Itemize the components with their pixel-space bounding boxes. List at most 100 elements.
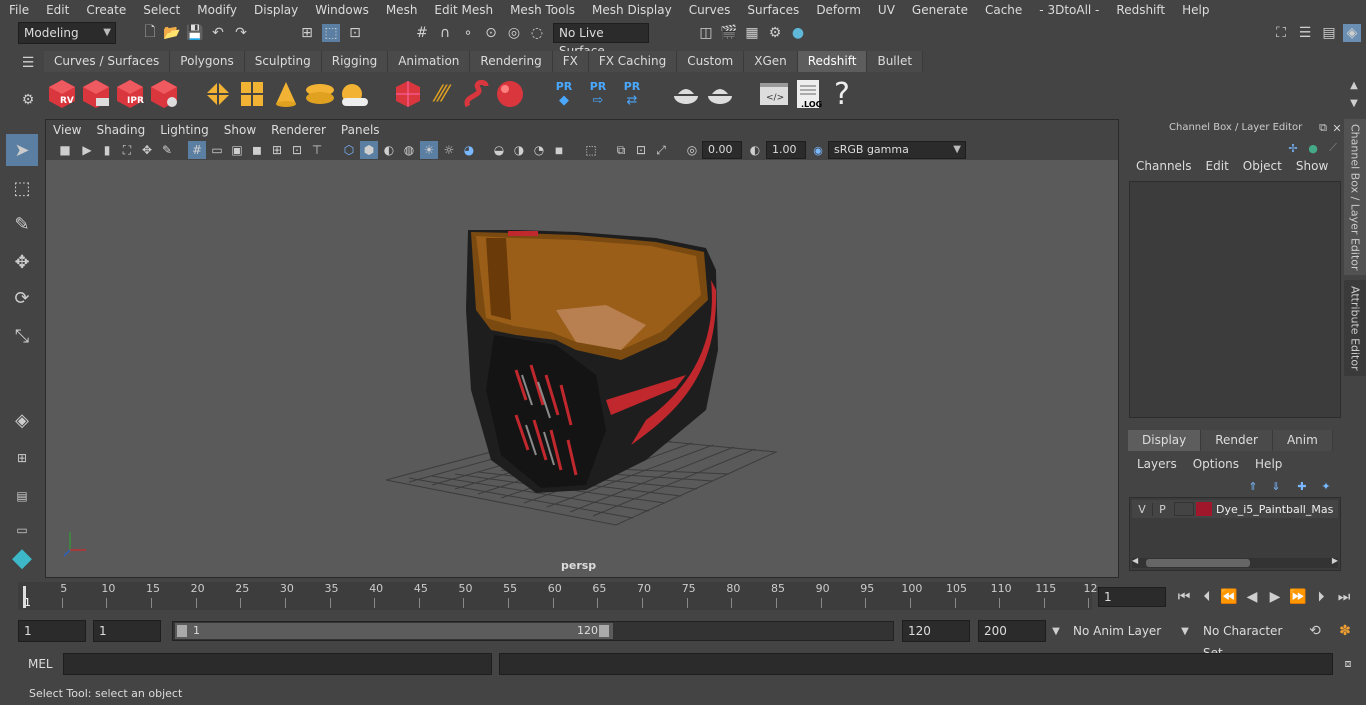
time-slider[interactable]: 1 5 10 15 20 25 30 35 40 45 50 55 60 65 70 75 80 85 90 95 1… (18, 582, 1097, 610)
move-tool-icon[interactable]: ✥ (6, 246, 38, 278)
current-frame-field[interactable]: 1 (1098, 587, 1166, 607)
auto-key-icon[interactable]: ⟲ (1306, 622, 1324, 640)
rv-render-view-icon[interactable]: RV (46, 78, 78, 110)
rotate-tool-icon[interactable]: ⟳ (6, 282, 38, 314)
anim-layer-dropdown[interactable]: No Anim Layer (1068, 620, 1180, 642)
xray-icon[interactable]: ◑ (510, 141, 528, 159)
menu-help[interactable]: Help (1173, 3, 1217, 17)
menu-uv[interactable]: UV (869, 3, 903, 17)
viewport-menu-shading[interactable]: Shading (89, 123, 153, 137)
use-all-lights-icon[interactable]: ☀ (420, 141, 438, 159)
render-sequence-icon[interactable] (80, 78, 112, 110)
open-scene-icon[interactable]: 📂 (163, 24, 181, 42)
manipulator-icon[interactable]: ✢ (1284, 139, 1302, 157)
select-camera-icon[interactable]: ⬚ (582, 141, 600, 159)
layer-menu-layers[interactable]: Layers (1129, 457, 1185, 471)
script-editor-icon[interactable]: ⧈ (1339, 655, 1357, 673)
shelf-menu-icon[interactable]: ☰ (19, 54, 37, 72)
maya-logo-icon[interactable]: ◆ (6, 542, 38, 574)
channel-menu-channels[interactable]: Channels (1130, 159, 1200, 173)
pr-proxy-swap-icon[interactable]: PR ⇄ (616, 78, 648, 110)
new-scene-icon[interactable]: 🗋 (141, 24, 159, 42)
grid-icon[interactable]: # (188, 141, 206, 159)
paint-select-tool-icon[interactable]: ✎ (6, 208, 38, 240)
log-icon[interactable]: .LOG (792, 78, 824, 110)
mode-selector[interactable]: Modeling ▼ (18, 22, 116, 44)
select-hierarchy-icon[interactable]: ⊞ (298, 24, 316, 42)
proxy-icon[interactable] (392, 78, 424, 110)
menu-mesh-display[interactable]: Mesh Display (583, 3, 680, 17)
hair-icon[interactable]: ⁄⁄⁄ (426, 78, 458, 110)
animation-end-field[interactable]: 200 (978, 620, 1046, 642)
gamma-field[interactable]: 1.00 (766, 141, 806, 159)
snap-view-icon[interactable]: ⊙ (482, 24, 500, 42)
range-end-handle[interactable] (599, 625, 609, 637)
step-forward-key-icon[interactable]: ⏩ (1289, 588, 1307, 606)
shelf-tab-polygons[interactable]: Polygons (170, 51, 245, 72)
layer-tab-anim[interactable]: Anim (1272, 430, 1333, 451)
viewport-menu-panels[interactable]: Panels (334, 123, 388, 137)
layer-menu-options[interactable]: Options (1185, 457, 1247, 471)
snap-live-icon[interactable]: ◌ (528, 24, 546, 42)
outliner-view-icon[interactable]: ▤ (6, 480, 38, 512)
render-frame-icon[interactable]: 🎬 (720, 24, 738, 42)
menu-windows[interactable]: Windows (306, 3, 377, 17)
snap-grid-icon[interactable]: # (413, 24, 431, 42)
layer-menu-help[interactable]: Help (1247, 457, 1290, 471)
menu-file[interactable]: File (0, 3, 37, 17)
lasso-tool-icon[interactable]: ⬚ (6, 172, 38, 204)
ipr-render-icon[interactable]: ▦ (743, 24, 761, 42)
current-time-marker[interactable] (23, 586, 26, 608)
go-to-end-icon[interactable]: ⏭ (1335, 588, 1353, 606)
light-rig-icon[interactable] (202, 78, 234, 110)
shelf-tab-custom[interactable]: Custom (677, 51, 745, 72)
dome-light-icon[interactable] (304, 78, 336, 110)
viewport-menu-show[interactable]: Show (217, 123, 264, 137)
script-language-toggle[interactable]: MEL (28, 657, 53, 671)
spot-light-icon[interactable] (270, 78, 302, 110)
step-forward-icon[interactable]: ⏵ (1312, 588, 1330, 606)
shelf-scroll-up-icon[interactable]: ▲ (1345, 76, 1363, 94)
shelf-tab-animation[interactable]: Animation (388, 51, 471, 72)
menu-edit[interactable]: Edit (37, 3, 77, 17)
layer-display-type[interactable] (1174, 502, 1194, 516)
redo-icon[interactable]: ↷ (232, 24, 250, 42)
start-time-field[interactable]: 1 (18, 620, 86, 642)
channel-box-side-tab[interactable]: Channel Box / Layer Editor (1344, 119, 1366, 275)
bake-options-icon[interactable] (704, 78, 736, 110)
select-object-icon[interactable]: ⬚ (322, 24, 340, 42)
menu-surfaces[interactable]: Surfaces (738, 3, 807, 17)
field-chart-icon[interactable]: ⊞ (268, 141, 286, 159)
2d-pan-icon[interactable]: ✥ (138, 141, 156, 159)
viewport-canvas[interactable]: persp (46, 160, 1118, 577)
range-slider[interactable]: 1 120 (172, 621, 894, 641)
undo-icon[interactable]: ↶ (209, 24, 227, 42)
go-to-start-icon[interactable]: ⏮ (1175, 588, 1193, 606)
scale-tool-icon[interactable]: ⤡ (6, 320, 38, 352)
resolution-gate-icon[interactable]: ▣ (228, 141, 246, 159)
ipr-icon[interactable]: IPR (114, 78, 146, 110)
two-panel-icon[interactable]: ⧉ (612, 141, 630, 159)
script-editor-icon[interactable]: </> (758, 78, 790, 110)
xray-joints-icon[interactable]: ◔ (530, 141, 548, 159)
menu-select[interactable]: Select (134, 3, 188, 17)
panel-layout-icon[interactable]: ▤ (1320, 24, 1338, 42)
image-plane-icon[interactable]: ⛶ (118, 141, 136, 159)
color-space-dropdown[interactable]: sRGB gamma ▼ (828, 141, 966, 159)
snap-curve-icon[interactable]: ∩ (436, 24, 454, 42)
new-layer-icon[interactable]: ✚ (1293, 477, 1311, 495)
render-options-icon[interactable] (148, 78, 180, 110)
command-input[interactable] (63, 653, 492, 675)
step-back-icon[interactable]: ⏴ (1198, 588, 1216, 606)
layer-tab-display[interactable]: Display (1128, 430, 1202, 451)
menu-mesh-tools[interactable]: Mesh Tools (501, 3, 583, 17)
layer-scrollbar[interactable]: ◀ ▶ (1132, 556, 1338, 568)
viewport-menu-view[interactable]: View (46, 123, 89, 137)
film-gate-icon[interactable]: ▭ (208, 141, 226, 159)
snap-surface-icon[interactable]: ◎ (505, 24, 523, 42)
xray-components-icon[interactable]: ◾ (550, 141, 568, 159)
four-view-icon[interactable]: ⊞ (6, 442, 38, 474)
channel-list[interactable] (1129, 181, 1341, 418)
bookmark-icon[interactable]: ▮ (98, 141, 116, 159)
sync-icon[interactable]: ● (1304, 139, 1322, 157)
